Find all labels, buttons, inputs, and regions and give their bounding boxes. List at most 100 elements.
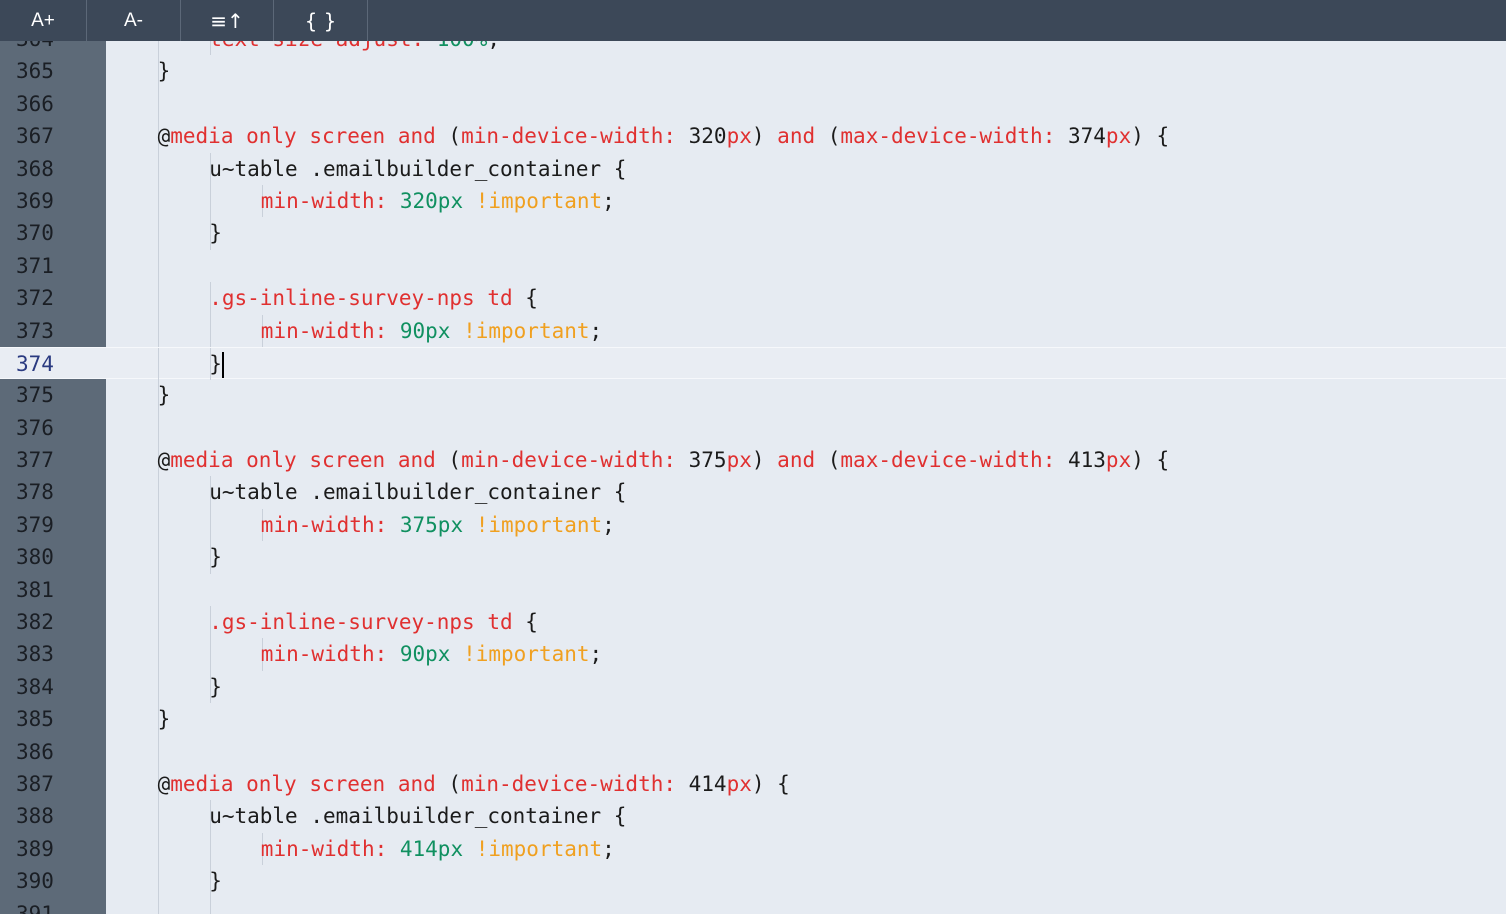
code-line-text: min-width: 414px !important;	[261, 833, 615, 865]
code-line-text: .gs-inline-survey-nps td {	[209, 282, 538, 314]
code-line[interactable]: 384}	[0, 670, 1506, 704]
code-token: and	[777, 448, 828, 473]
code-token: max-device-width:	[840, 448, 1068, 473]
line-number: 370	[16, 221, 54, 246]
code-token: ;	[589, 642, 603, 667]
code-line[interactable]: 367 @media only screen and (min-device-wi…	[0, 120, 1506, 153]
line-number: 372	[16, 286, 54, 311]
code-line[interactable]: 373 min-width: 90px !important;	[0, 314, 1506, 347]
code-line-text: text-size-adjust: 100%;	[209, 41, 500, 55]
code-line-text: .gs-inline-survey-nps td {	[209, 606, 538, 638]
indent-guide	[158, 184, 159, 218]
code-token: ;	[602, 836, 615, 861]
code-line[interactable]: 368 u~table .emailbuilder_container {	[0, 152, 1506, 185]
code-token: 320px	[399, 188, 476, 213]
code-line[interactable]: 364 text-size-adjust: 100%;	[0, 41, 1506, 56]
indent-guide	[158, 87, 159, 121]
code-token: (	[448, 448, 462, 473]
line-number: 389	[16, 836, 54, 861]
indent-guide	[158, 314, 159, 347]
line-number: 376	[16, 415, 54, 440]
code-line[interactable]: 372 .gs-inline-survey-nps td {	[0, 282, 1506, 315]
code-token: (	[827, 448, 841, 473]
code-token: min-width:	[260, 836, 400, 861]
code-line-text: u~table .emailbuilder_container {	[209, 476, 626, 508]
sort-icon[interactable]: ≡↑	[181, 0, 274, 41]
indent-guide	[158, 282, 159, 315]
code-line-text: }	[209, 671, 222, 703]
line-number: 366	[16, 91, 54, 116]
code-line[interactable]: 375}	[0, 379, 1506, 412]
code-token: ;	[589, 318, 603, 343]
code-line[interactable]: 386	[0, 735, 1506, 768]
code-line-text: }	[209, 541, 222, 573]
code-line[interactable]: 381	[0, 573, 1506, 607]
line-number: 391	[16, 901, 54, 914]
code-token: min-width:	[260, 318, 400, 343]
code-line[interactable]: 369 min-width: 320px !important;	[0, 184, 1506, 218]
code-line[interactable]: 374}	[0, 346, 1506, 381]
code-token: text-size-adjust:	[209, 41, 437, 51]
code-line[interactable]: 387 @media only screen and (min-device-wi…	[0, 767, 1506, 801]
code-token: min-device-width:	[461, 771, 689, 796]
code-token: 90px	[399, 642, 464, 667]
code-token: }	[209, 221, 222, 246]
indent-guide	[158, 865, 159, 898]
code-line-text: min-width: 90px !important;	[261, 315, 602, 347]
code-token: }	[209, 545, 222, 570]
code-token: min-device-width:	[461, 124, 689, 149]
code-line[interactable]: 383 min-width: 90px !important;	[0, 638, 1506, 671]
code-lines: 364text-size-adjust: 100%;365}366367@med…	[0, 41, 1506, 914]
code-line[interactable]: 385}	[0, 703, 1506, 736]
code-token: 320	[688, 124, 727, 149]
format-code-icon[interactable]: { }	[274, 0, 368, 41]
line-number: 375	[16, 383, 54, 408]
code-token: )	[751, 448, 778, 473]
indent-guide	[158, 670, 159, 704]
code-line[interactable]: 376	[0, 411, 1506, 445]
line-number: 369	[16, 188, 54, 213]
code-line[interactable]: 366	[0, 87, 1506, 121]
code-token: u~table .emailbuilder_container {	[209, 156, 627, 181]
code-line-text: @media only screen and (min-device-width…	[158, 768, 790, 800]
indent-guide	[158, 735, 159, 768]
code-line-text: @media only screen and (min-device-width…	[158, 120, 1170, 152]
code-line[interactable]: 390}	[0, 865, 1506, 898]
code-token: ) {	[1131, 124, 1170, 149]
code-line[interactable]: 377 @media only screen and (min-device-wi…	[0, 444, 1506, 477]
code-line[interactable]: 378 u~table .emailbuilder_container {	[0, 476, 1506, 509]
code-line[interactable]: 379 min-width: 375px !important;	[0, 508, 1506, 542]
code-token: {	[525, 610, 538, 635]
code-token: 90px	[399, 318, 464, 343]
code-line-text: }	[158, 55, 171, 87]
code-line[interactable]: 365}	[0, 55, 1506, 88]
line-number: 390	[16, 869, 54, 894]
code-token: media only screen and	[170, 124, 449, 149]
code-line[interactable]: 380}	[0, 541, 1506, 574]
code-token: min-width:	[260, 188, 400, 213]
code-token: max-device-width:	[840, 124, 1068, 149]
code-token: (	[448, 124, 462, 149]
code-line[interactable]: 382 .gs-inline-survey-nps td {	[0, 606, 1506, 639]
code-line[interactable]: 370}	[0, 217, 1506, 250]
code-line-text: min-width: 90px !important;	[261, 638, 602, 670]
code-token: }	[209, 869, 222, 894]
code-line[interactable]: 388 u~table .emailbuilder_container {	[0, 800, 1506, 833]
line-number: 373	[16, 318, 54, 343]
code-line[interactable]: 391	[0, 897, 1506, 914]
indent-guide	[210, 897, 211, 914]
code-editor[interactable]: 364text-size-adjust: 100%;365}366367@med…	[0, 41, 1506, 914]
code-token: (	[827, 124, 841, 149]
code-line[interactable]: 371	[0, 249, 1506, 283]
line-number: 383	[16, 642, 54, 667]
code-token: px	[1105, 124, 1132, 149]
decrease-font-button[interactable]: A-	[87, 0, 181, 41]
code-token: min-device-width:	[461, 448, 689, 473]
code-token: 413	[1067, 448, 1106, 473]
increase-font-button[interactable]: A+	[0, 0, 87, 41]
code-token: 100%	[437, 41, 488, 51]
code-token: }	[157, 59, 171, 84]
code-token: media only screen and	[170, 448, 449, 473]
code-line[interactable]: 389 min-width: 414px !important;	[0, 832, 1506, 866]
line-number: 365	[16, 59, 54, 84]
